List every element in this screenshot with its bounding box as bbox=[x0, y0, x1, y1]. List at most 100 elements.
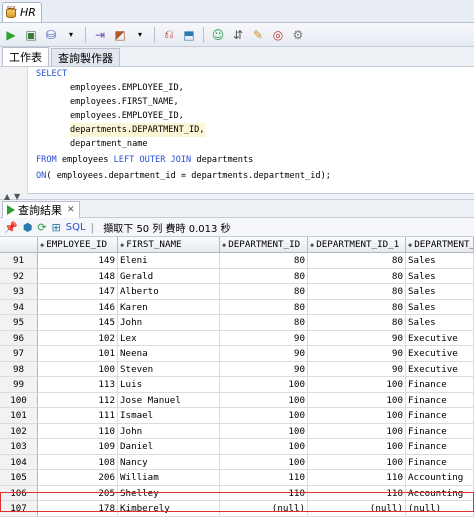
table-row[interactable]: 94 146 Karen 80 80 Sales bbox=[0, 299, 474, 315]
table-row[interactable]: 104 108 Nancy 100 100 Finance bbox=[0, 454, 474, 470]
table-cell[interactable]: Finance bbox=[406, 377, 474, 393]
table-cell[interactable]: 90 bbox=[308, 346, 406, 362]
table-cell[interactable]: 110 bbox=[308, 485, 406, 501]
tab-hr-connection[interactable]: SQL HR bbox=[2, 2, 42, 22]
table-cell[interactable]: John bbox=[118, 423, 220, 439]
sql-link[interactable]: SQL bbox=[66, 222, 86, 233]
table-cell[interactable]: Daniel bbox=[118, 439, 220, 455]
table-cell[interactable]: Finance bbox=[406, 392, 474, 408]
explain-plan-icon[interactable]: ⇥ bbox=[92, 27, 108, 43]
table-row[interactable]: 97 101 Neena 90 90 Executive bbox=[0, 346, 474, 362]
table-row[interactable]: 107 178 Kimberely (null) (null) (null) bbox=[0, 501, 474, 517]
table-cell[interactable]: Sales bbox=[406, 299, 474, 315]
column-header-employee-id[interactable]: ◆ EMPLOYEE_ID bbox=[38, 237, 118, 253]
table-cell[interactable]: (null) bbox=[406, 501, 474, 517]
dropdown-icon[interactable]: ▾ bbox=[132, 27, 148, 43]
close-icon[interactable]: ✕ bbox=[67, 205, 75, 215]
table-cell[interactable]: 206 bbox=[38, 470, 118, 486]
table-cell[interactable]: 80 bbox=[308, 315, 406, 331]
table-row[interactable]: 91 149 Eleni 80 80 Sales bbox=[0, 253, 474, 269]
table-cell[interactable]: Lex bbox=[118, 330, 220, 346]
column-header-first-name[interactable]: ◆ FIRST_NAME bbox=[118, 237, 220, 253]
table-row[interactable]: 101 111 Ismael 100 100 Finance bbox=[0, 408, 474, 424]
table-cell[interactable]: Accounting bbox=[406, 485, 474, 501]
table-cell[interactable]: Steven bbox=[118, 361, 220, 377]
table-cell[interactable]: 100 bbox=[308, 423, 406, 439]
table-cell[interactable]: 100 bbox=[220, 392, 308, 408]
table-cell[interactable]: Shelley bbox=[118, 485, 220, 501]
table-cell[interactable]: 102 bbox=[38, 330, 118, 346]
rollback-icon[interactable]: ⎌ bbox=[161, 27, 177, 43]
table-cell[interactable]: Finance bbox=[406, 423, 474, 439]
table-cell[interactable]: Executive bbox=[406, 346, 474, 362]
table-cell[interactable]: 100 bbox=[220, 423, 308, 439]
table-cell[interactable]: Executive bbox=[406, 330, 474, 346]
table-cell[interactable]: 90 bbox=[308, 361, 406, 377]
eraser-icon[interactable]: ✎ bbox=[250, 27, 266, 43]
table-row[interactable]: 95 145 John 80 80 Sales bbox=[0, 315, 474, 331]
table-cell[interactable]: 110 bbox=[220, 485, 308, 501]
table-cell[interactable]: Neena bbox=[118, 346, 220, 362]
table-cell[interactable]: 109 bbox=[38, 439, 118, 455]
table-cell[interactable]: William bbox=[118, 470, 220, 486]
pin-icon[interactable]: 📌 bbox=[4, 221, 18, 234]
table-row[interactable]: 102 110 John 100 100 Finance bbox=[0, 423, 474, 439]
table-cell[interactable]: 100 bbox=[220, 439, 308, 455]
table-row[interactable]: 105 206 William 110 110 Accounting bbox=[0, 470, 474, 486]
commit-icon[interactable]: ⛁ bbox=[43, 27, 59, 43]
column-header-department-name[interactable]: ◆DEPARTMENT_NAME bbox=[406, 237, 474, 253]
table-row[interactable]: 100 112 Jose Manuel 100 100 Finance bbox=[0, 392, 474, 408]
table-cell[interactable]: 110 bbox=[220, 470, 308, 486]
clear-icon[interactable]: ⬒ bbox=[181, 27, 197, 43]
table-cell[interactable]: 80 bbox=[308, 299, 406, 315]
table-cell[interactable]: Ismael bbox=[118, 408, 220, 424]
table-cell[interactable]: 178 bbox=[38, 501, 118, 517]
table-cell[interactable]: Accounting bbox=[406, 470, 474, 486]
table-row[interactable]: 98 100 Steven 90 90 Executive bbox=[0, 361, 474, 377]
table-cell[interactable]: Eleni bbox=[118, 253, 220, 269]
run-script-icon[interactable]: ▣ bbox=[23, 27, 39, 43]
table-cell[interactable]: 80 bbox=[220, 284, 308, 300]
table-cell[interactable]: 100 bbox=[308, 439, 406, 455]
result-grid[interactable]: ◆ EMPLOYEE_ID ◆ FIRST_NAME ◆ DEPARTMENT_ID … bbox=[0, 237, 474, 520]
table-cell[interactable]: 113 bbox=[38, 377, 118, 393]
table-cell[interactable]: 101 bbox=[38, 346, 118, 362]
table-cell[interactable]: Alberto bbox=[118, 284, 220, 300]
table-cell[interactable]: 112 bbox=[38, 392, 118, 408]
table-row[interactable]: 92 148 Gerald 80 80 Sales bbox=[0, 268, 474, 284]
refresh-icon[interactable]: ⟳ bbox=[37, 221, 46, 234]
dropdown-icon[interactable]: ▾ bbox=[63, 27, 79, 43]
sql-history-icon[interactable]: ☺ bbox=[210, 27, 226, 43]
table-cell[interactable]: 80 bbox=[220, 268, 308, 284]
table-cell[interactable]: Sales bbox=[406, 268, 474, 284]
table-cell[interactable]: Nancy bbox=[118, 454, 220, 470]
table-cell[interactable]: Sales bbox=[406, 253, 474, 269]
table-cell[interactable]: 80 bbox=[220, 315, 308, 331]
table-cell[interactable]: 100 bbox=[220, 454, 308, 470]
table-cell[interactable]: 110 bbox=[38, 423, 118, 439]
run-statement-icon[interactable]: ▶ bbox=[3, 27, 19, 43]
autotrace-icon[interactable]: ◩ bbox=[112, 27, 128, 43]
table-cell[interactable]: 148 bbox=[38, 268, 118, 284]
column-header-department-id-1[interactable]: ◆ DEPARTMENT_ID_1 bbox=[308, 237, 406, 253]
table-row[interactable]: 99 113 Luis 100 100 Finance bbox=[0, 377, 474, 393]
table-row[interactable]: 103 109 Daniel 100 100 Finance bbox=[0, 439, 474, 455]
table-cell[interactable]: 80 bbox=[308, 253, 406, 269]
table-cell[interactable]: 90 bbox=[220, 330, 308, 346]
tab-query-builder[interactable]: 查詢製作器 bbox=[51, 48, 120, 66]
table-cell[interactable]: Karen bbox=[118, 299, 220, 315]
table-cell[interactable]: 80 bbox=[220, 253, 308, 269]
table-cell[interactable]: Executive bbox=[406, 361, 474, 377]
table-cell[interactable]: Finance bbox=[406, 408, 474, 424]
table-cell[interactable]: Jose Manuel bbox=[118, 392, 220, 408]
table-cell[interactable]: 80 bbox=[308, 284, 406, 300]
monitor-icon[interactable]: ⚙ bbox=[290, 27, 306, 43]
table-cell[interactable]: 100 bbox=[220, 408, 308, 424]
sql-icon[interactable]: ⊞ bbox=[52, 221, 61, 234]
table-cell[interactable]: 100 bbox=[308, 454, 406, 470]
export-icon[interactable]: ⬢ bbox=[23, 221, 33, 234]
table-cell[interactable]: Finance bbox=[406, 454, 474, 470]
table-row[interactable]: 106 205 Shelley 110 110 Accounting bbox=[0, 485, 474, 501]
table-cell[interactable]: Sales bbox=[406, 284, 474, 300]
tuning-icon[interactable]: ◎ bbox=[270, 27, 286, 43]
